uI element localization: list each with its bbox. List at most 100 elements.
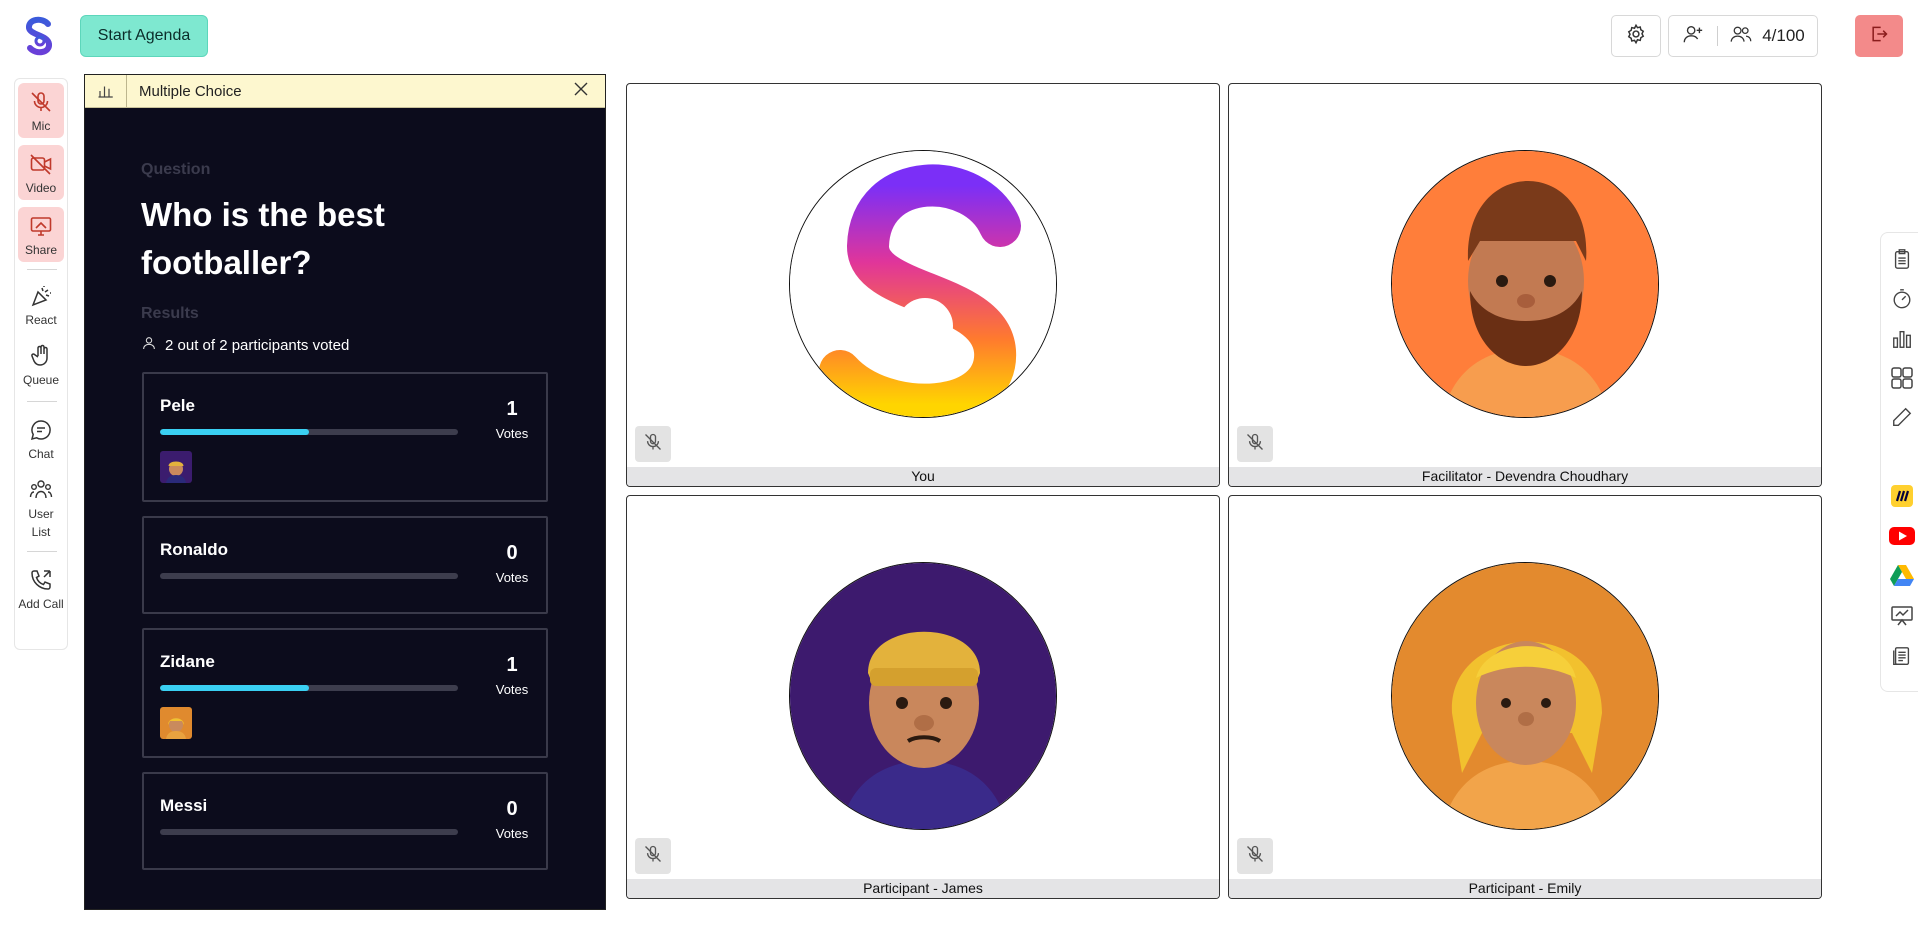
agenda-button[interactable] <box>1889 248 1915 274</box>
toolbar-divider <box>27 551 57 552</box>
add-call-button[interactable]: Add Call <box>18 565 64 613</box>
clipboard-icon <box>1891 248 1913 275</box>
react-button[interactable]: React <box>18 281 64 329</box>
video-tile[interactable]: Facilitator - Devendra Choudhary <box>1228 83 1822 487</box>
question-label: Question <box>141 161 211 178</box>
gear-icon <box>1625 23 1647 50</box>
share-label: Share <box>24 243 58 257</box>
add-call-label: Add Call <box>18 597 64 611</box>
mic-button[interactable]: Mic <box>18 83 64 138</box>
whiteboard-button[interactable] <box>1889 406 1915 432</box>
party-popper-icon <box>26 281 56 311</box>
option-votes-label: Votes <box>495 826 529 841</box>
video-button[interactable]: Video <box>18 145 64 200</box>
tile-name-label: You <box>627 467 1219 486</box>
tile-name-label: Participant - James <box>627 879 1219 898</box>
document-icon <box>1891 645 1913 672</box>
settings-button[interactable] <box>1611 15 1661 57</box>
option-progress-bar <box>160 829 458 835</box>
option-votes-label: Votes <box>495 426 529 441</box>
poll-question: Who is the best footballer? <box>141 196 385 281</box>
video-off-icon <box>26 149 56 179</box>
exit-icon <box>1869 24 1889 49</box>
option-name: Ronaldo <box>160 540 228 559</box>
voted-text: 2 out of 2 participants voted <box>165 336 350 354</box>
mic-label: Mic <box>31 119 51 133</box>
close-poll-button[interactable] <box>557 75 605 107</box>
poll-option: Zidane 1 Votes <box>142 628 548 758</box>
google-drive-button[interactable] <box>1889 564 1915 590</box>
mic-off-icon <box>643 844 663 869</box>
share-button[interactable]: Share <box>18 207 64 262</box>
participants-box: 4/100 <box>1668 15 1818 57</box>
pencil-icon <box>1891 406 1913 433</box>
option-votes-label: Votes <box>495 682 529 697</box>
miro-button[interactable] <box>1889 484 1915 513</box>
youtube-button[interactable] <box>1889 525 1915 551</box>
mic-muted-indicator <box>635 426 671 462</box>
poll-button[interactable] <box>1889 328 1915 354</box>
timer-button[interactable] <box>1889 288 1915 314</box>
phone-add-icon <box>26 565 56 595</box>
option-progress-bar <box>160 573 458 579</box>
app-logo-avatar <box>789 150 1057 418</box>
facilitator-avatar <box>1391 150 1659 418</box>
participant-count-button[interactable]: 4/100 <box>1718 24 1817 49</box>
option-votes-label: Votes <box>495 570 529 585</box>
toolbar-divider <box>27 269 57 270</box>
video-label: Video <box>25 181 57 195</box>
presentation-button[interactable] <box>1889 605 1915 631</box>
poll-header: Multiple Choice <box>85 75 605 108</box>
voted-summary: 2 out of 2 participants voted <box>141 335 349 355</box>
queue-label: Queue <box>22 373 60 387</box>
stopwatch-icon <box>1891 288 1913 315</box>
users-group-icon <box>26 475 56 505</box>
option-vote-count: 1 <box>506 654 518 676</box>
poll-option: Messi 0 Votes <box>142 772 548 870</box>
user-list-button[interactable]: User List <box>18 475 64 541</box>
video-tile[interactable]: Participant - Emily <box>1228 495 1822 899</box>
tile-name-label: Facilitator - Devendra Choudhary <box>1229 467 1821 486</box>
option-name: Pele <box>160 396 195 415</box>
option-vote-count: 0 <box>506 798 518 820</box>
option-progress-bar <box>160 685 458 691</box>
bar-chart-icon <box>1891 328 1913 355</box>
add-participant-button[interactable] <box>1669 16 1717 56</box>
add-user-icon <box>1682 23 1704 50</box>
option-name: Messi <box>160 796 208 815</box>
youtube-icon <box>1889 526 1915 551</box>
start-agenda-button[interactable]: Start Agenda <box>80 15 208 57</box>
screen-share-icon <box>26 211 56 241</box>
left-toolbar: Mic Video Share React Queue Chat User Li… <box>14 78 68 650</box>
results-label: Results <box>141 305 199 322</box>
chat-icon <box>26 415 56 445</box>
tile-name-label: Participant - Emily <box>1229 879 1821 898</box>
right-toolbar <box>1880 232 1918 692</box>
mic-off-icon <box>643 432 663 457</box>
option-progress-bar <box>160 429 458 435</box>
mic-muted-indicator <box>1237 426 1273 462</box>
chat-button[interactable]: Chat <box>18 415 64 463</box>
video-tile[interactable]: Participant - James <box>626 495 1220 899</box>
poll-option: Ronaldo 0 Votes <box>142 516 548 614</box>
react-label: React <box>25 313 57 327</box>
notes-button[interactable] <box>1889 645 1915 671</box>
user-list-label: User List <box>28 507 54 539</box>
poll-panel: Multiple Choice Question Who is the best… <box>84 74 606 910</box>
video-tile[interactable]: You <box>626 83 1220 487</box>
layout-button[interactable] <box>1889 366 1915 393</box>
option-progress-fill <box>160 685 309 691</box>
option-name: Zidane <box>160 652 215 671</box>
users-icon <box>1730 24 1752 49</box>
raise-hand-icon <box>26 341 56 371</box>
google-drive-icon <box>1890 564 1914 591</box>
voter-avatar <box>160 707 192 739</box>
option-progress-fill <box>160 429 309 435</box>
leave-call-button[interactable] <box>1855 15 1903 57</box>
mic-muted-indicator <box>635 838 671 874</box>
app-logo <box>20 15 58 57</box>
queue-button[interactable]: Queue <box>18 341 64 389</box>
participant-count: 4/100 <box>1762 26 1805 45</box>
miro-icon <box>1890 484 1914 513</box>
mic-off-icon <box>1245 432 1265 457</box>
